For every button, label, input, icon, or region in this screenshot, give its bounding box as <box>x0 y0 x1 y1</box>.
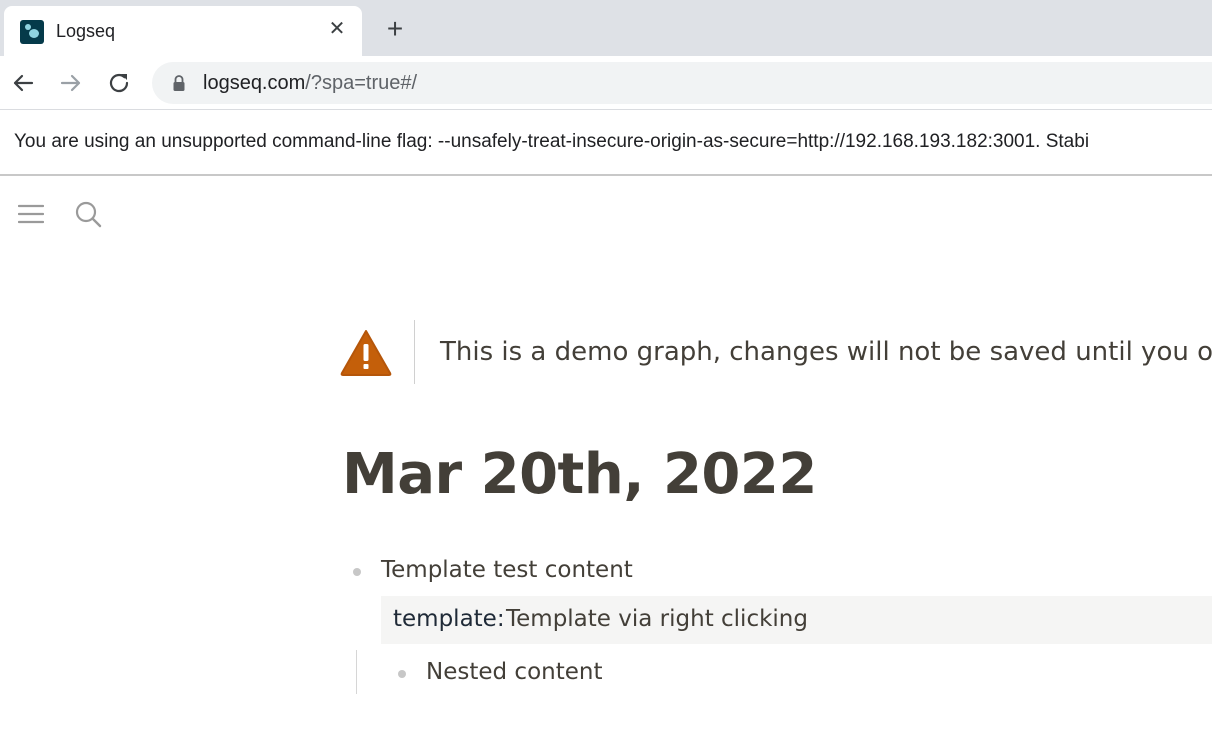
browser-tab-logseq[interactable]: Logseq ✕ <box>4 6 362 56</box>
tab-strip: Logseq ✕ + <box>0 0 1212 56</box>
demo-graph-warning: This is a demo graph, changes will not b… <box>440 337 1212 367</box>
warning-divider <box>414 320 415 384</box>
new-tab-button[interactable]: + <box>380 14 410 44</box>
journal-page-title[interactable]: Mar 20th, 2022 <box>342 442 817 507</box>
nested-block-content[interactable]: Nested content <box>426 659 602 685</box>
warning-icon <box>340 330 392 376</box>
forward-arrow-icon[interactable] <box>56 68 86 98</box>
back-arrow-icon[interactable] <box>8 68 38 98</box>
url-text: logseq.com/?spa=true#/ <box>203 72 417 95</box>
reload-icon[interactable] <box>104 68 134 98</box>
nesting-guide-line <box>356 650 357 694</box>
property-separator: : <box>496 606 505 632</box>
nested-block-bullet[interactable] <box>398 670 406 678</box>
close-tab-icon[interactable]: ✕ <box>326 17 348 39</box>
logseq-favicon-icon <box>20 20 44 44</box>
infobar-message: You are using an unsupported command-lin… <box>14 131 1090 152</box>
menu-icon[interactable] <box>18 203 44 225</box>
search-icon[interactable] <box>74 200 102 228</box>
property-key: template: <box>393 606 505 632</box>
url-host: logseq.com <box>203 72 306 94</box>
property-key-text: template <box>393 606 497 632</box>
url-path: /?spa=true#/ <box>305 72 418 94</box>
block-content[interactable]: Template test content <box>381 557 633 583</box>
tab-title: Logseq <box>56 21 116 41</box>
block-bullet[interactable] <box>353 568 361 576</box>
unsupported-flag-infobar: You are using an unsupported command-lin… <box>0 111 1212 176</box>
address-bar[interactable]: logseq.com/?spa=true#/ <box>152 62 1212 104</box>
lock-icon <box>173 75 185 91</box>
block-properties[interactable]: template: Template via right clicking <box>381 596 1212 644</box>
browser-toolbar: logseq.com/?spa=true#/ <box>0 56 1212 110</box>
property-value: Template via right clicking <box>506 606 808 632</box>
